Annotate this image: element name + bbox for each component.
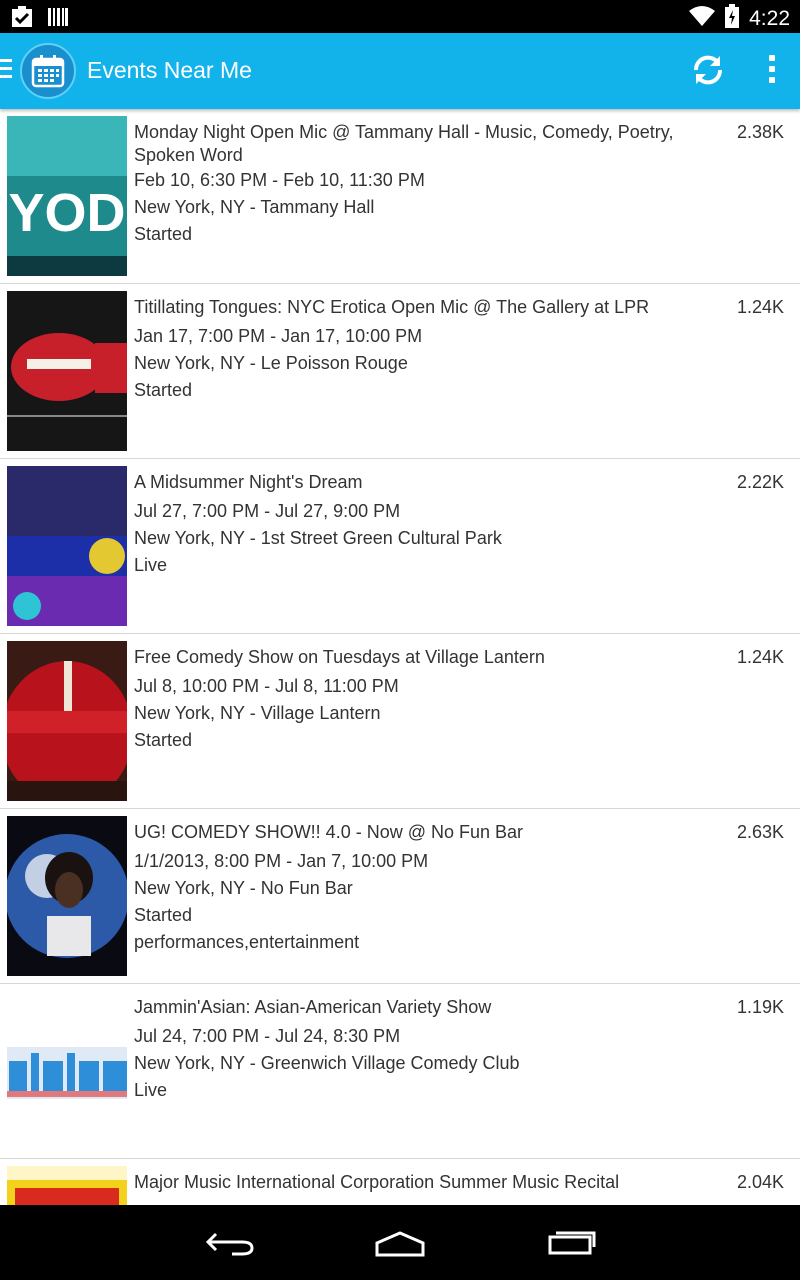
event-count: 1.24K (736, 297, 784, 317)
svg-text:YOD: YOD (8, 183, 125, 243)
event-item[interactable]: Major Music International Corporation Su… (0, 1159, 800, 1205)
event-status: Started (134, 224, 193, 244)
event-list: YOD Monday Night Open Mic @ Tammany Hall… (0, 109, 800, 1205)
event-count: 2.38K (736, 122, 784, 142)
recent-apps-icon[interactable] (548, 1229, 596, 1260)
event-title: Jammin'Asian: Asian-American Variety Sho… (134, 997, 492, 1017)
event-title: A Midsummer Night's Dream (134, 472, 363, 492)
event-status: Live (134, 1080, 168, 1100)
app-title: Events Near Me (87, 57, 252, 83)
battery-icon (725, 4, 740, 34)
refresh-icon[interactable] (690, 52, 726, 88)
event-item[interactable]: A Midsummer Night's Dream Jul 27, 7:00 P… (0, 459, 800, 634)
event-item[interactable]: Free Comedy Show on Tuesdays at Village … (0, 634, 800, 809)
event-tags: performances,entertainment (134, 932, 360, 952)
event-location: New York, NY - No Fun Bar (134, 878, 353, 898)
event-item[interactable]: UG! COMEDY SHOW!! 4.0 - Now @ No Fun Bar… (0, 809, 800, 984)
event-thumbnail: YOD (7, 116, 127, 276)
event-thumbnail (7, 466, 127, 626)
event-count: 1.19K (736, 997, 784, 1017)
event-item[interactable]: Jammin'Asian: Asian-American Variety Sho… (0, 984, 800, 1159)
menu-icon[interactable] (0, 59, 14, 83)
event-title: Titillating Tongues: NYC Erotica Open Mi… (134, 297, 650, 317)
event-count: 2.04K (736, 1172, 784, 1192)
event-date: Jan 17, 7:00 PM - Jan 17, 10:00 PM (134, 326, 423, 346)
wifi-icon (689, 5, 716, 33)
event-date: Jul 24, 7:00 PM - Jul 24, 8:30 PM (134, 1026, 401, 1046)
event-location: New York, NY - Le Poisson Rouge (134, 353, 408, 373)
event-thumbnail (7, 991, 127, 1151)
event-thumbnail (7, 641, 127, 801)
event-thumbnail (7, 291, 127, 451)
back-icon[interactable] (205, 1230, 254, 1261)
event-thumbnail (7, 1166, 127, 1205)
app-bar: Events Near Me (0, 33, 800, 109)
home-icon[interactable] (375, 1231, 425, 1262)
event-status: Started (134, 905, 193, 925)
event-status: Started (134, 380, 193, 400)
event-date: Jul 27, 7:00 PM - Jul 27, 9:00 PM (134, 501, 401, 521)
event-date: Jul 8, 10:00 PM - Jul 8, 11:00 PM (134, 676, 399, 696)
event-title: Monday Night Open Mic @ Tammany Hall - M… (134, 122, 674, 165)
event-location: New York, NY - 1st Street Green Cultural… (134, 528, 502, 548)
event-date: 1/1/2013, 8:00 PM - Jan 7, 10:00 PM (134, 851, 429, 871)
event-item[interactable]: YOD Monday Night Open Mic @ Tammany Hall… (0, 109, 800, 284)
event-location: New York, NY - Tammany Hall (134, 197, 375, 217)
event-count: 1.24K (736, 647, 784, 667)
event-thumbnail (7, 816, 127, 976)
event-count: 2.22K (736, 472, 784, 492)
event-status: Started (134, 730, 193, 750)
barcode-icon (48, 6, 68, 33)
event-count: 2.63K (736, 822, 784, 842)
overflow-menu-icon[interactable] (760, 55, 784, 87)
calendar-icon[interactable] (20, 43, 76, 99)
event-title: Major Music International Corporation Su… (134, 1172, 620, 1192)
event-title: UG! COMEDY SHOW!! 4.0 - Now @ No Fun Bar (134, 822, 524, 842)
navigation-bar (0, 1205, 800, 1280)
clipboard-check-icon (10, 6, 34, 33)
event-location: New York, NY - Greenwich Village Comedy … (134, 1053, 520, 1073)
event-date: Feb 10, 6:30 PM - Feb 10, 11:30 PM (134, 170, 425, 190)
status-bar: 4:22 (0, 0, 800, 33)
event-title: Free Comedy Show on Tuesdays at Village … (134, 647, 545, 667)
event-status: Live (134, 555, 168, 575)
clock: 4:22 (749, 7, 790, 30)
event-location: New York, NY - Village Lantern (134, 703, 381, 723)
event-item[interactable]: Titillating Tongues: NYC Erotica Open Mi… (0, 284, 800, 459)
